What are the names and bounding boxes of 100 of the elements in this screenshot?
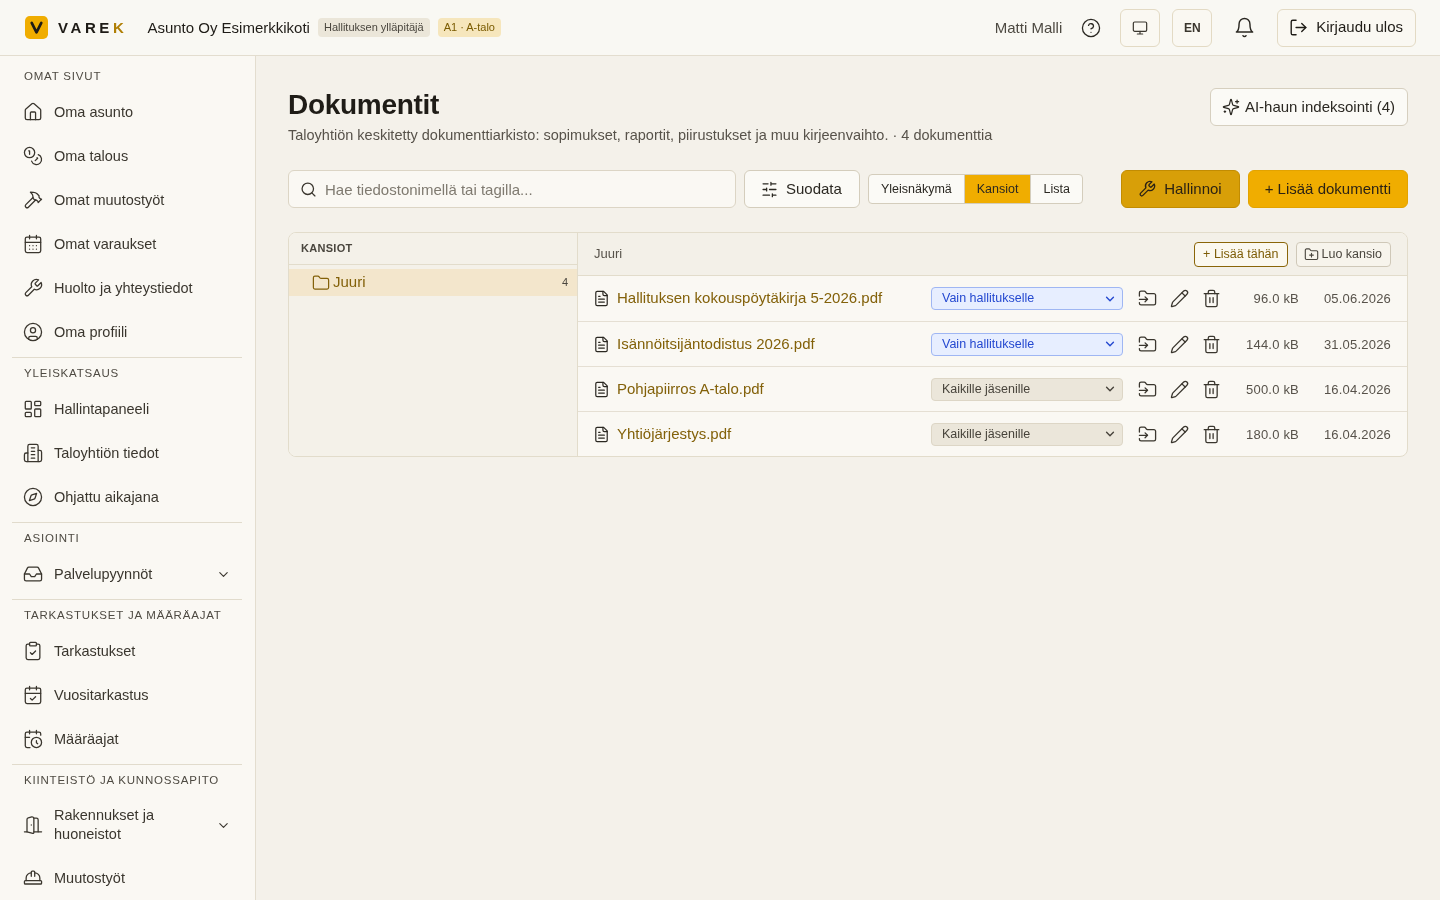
sidebar-link[interactable]: Muutostyöt [12, 856, 242, 900]
page-description: Taloyhtiön keskitetty dokumenttiarkisto: sopimukset, raportit, piirustukset ja muu kirjeenvaihto. · 4 dokumenttia [288, 127, 993, 143]
file-link[interactable]: Hallituksen kokouspöytäkirja 5-2026.pdf [617, 287, 883, 310]
visibility-select[interactable]: Vain hallitukselle [931, 332, 1123, 356]
section-heading: ASIOINTI [24, 532, 80, 544]
folder-arrow-icon[interactable] [1138, 335, 1156, 353]
sidebar-link[interactable]: Rakennukset ja huoneistot [12, 794, 242, 856]
wrench-icon [1139, 181, 1156, 197]
display-button[interactable] [1120, 8, 1161, 47]
file-size: 500.0 kB [1246, 381, 1299, 397]
folder-arrow-icon[interactable] [1138, 290, 1156, 307]
sidebar-link[interactable]: Palvelupyynnöt [12, 552, 242, 596]
page-title: Dokumentit [288, 89, 439, 120]
sidebar-link[interactable]: Oma asunto [12, 90, 242, 134]
calendar-icon [24, 235, 42, 253]
file-size: 144.0 kB [1246, 336, 1299, 352]
sidebar-link[interactable]: Tarkastukset [12, 629, 242, 673]
house-icon [24, 103, 42, 121]
folder-path: Juuri [594, 245, 623, 264]
folder-item[interactable]: Juuri 4 [289, 269, 577, 296]
sidebar-link[interactable]: Huolto ja yhteystiedot [12, 266, 242, 310]
clipboard-check-icon [24, 642, 42, 660]
sidebar-link[interactable]: Taloyhtiön tiedot [12, 431, 242, 475]
sidebar-link[interactable]: Omat varaukset [12, 222, 242, 266]
organization-name: Asunto Oy Esimerkkikoti [147, 18, 310, 37]
help-icon[interactable] [1082, 18, 1101, 37]
dashboard-icon [24, 400, 42, 418]
file-icon [594, 426, 609, 442]
add-here-button[interactable]: + Lisää tähän [1194, 241, 1288, 267]
hammer-icon [24, 191, 42, 209]
pencil-icon[interactable] [1170, 380, 1188, 398]
folders-heading: KANSIOT [301, 241, 353, 257]
ai-index-button[interactable]: AI-haun indeksointi (4) [1209, 88, 1408, 126]
file-size: 180.0 kB [1246, 426, 1299, 442]
inbox-icon [24, 565, 42, 583]
file-icon [594, 381, 609, 397]
file-link[interactable]: Pohjapiirros A-talo.pdf [617, 377, 764, 401]
user-circle-icon [24, 323, 42, 341]
file-date: 05.06.2026 [1323, 291, 1391, 307]
file-link[interactable]: Isännöitsijäntodistus 2026.pdf [617, 332, 815, 356]
door-icon [24, 816, 42, 834]
view-tab[interactable]: Yleisnäkymä [868, 175, 964, 203]
sidebar-link[interactable]: Oma talous [12, 134, 242, 178]
file-date: 31.05.2026 [1323, 336, 1391, 352]
pencil-icon[interactable] [1170, 290, 1188, 307]
file-icon [594, 291, 609, 306]
search-field[interactable]: Hae tiedostonimellä tai tagilla... [288, 170, 736, 208]
building-icon [24, 444, 42, 462]
visibility-select[interactable]: Vain hallitukselle [931, 287, 1123, 310]
role-badge: Hallituksen ylläpitäjä [317, 18, 430, 37]
folder-plus-icon [1304, 247, 1318, 261]
folder-arrow-icon[interactable] [1138, 380, 1156, 398]
section-heading: YLEISKATSAUS [24, 367, 120, 379]
pencil-icon[interactable] [1170, 425, 1188, 443]
search-icon [301, 181, 316, 197]
logout-button[interactable]: Kirjaudu ulos [1277, 8, 1416, 47]
calendar-clock-icon [24, 730, 42, 748]
folder-icon [313, 274, 329, 291]
wrench-icon [24, 279, 42, 297]
logo-icon [25, 16, 48, 39]
hard-hat-icon [24, 869, 42, 887]
sidebar-link[interactable]: Ohjattu aikajana [12, 475, 242, 519]
bell-icon[interactable] [1235, 18, 1255, 37]
file-size: 96.0 kB [1253, 291, 1299, 307]
pencil-icon[interactable] [1170, 335, 1188, 353]
trash-icon[interactable] [1202, 380, 1220, 398]
sidebar-link[interactable]: Oma profiili [12, 310, 242, 354]
filter-button[interactable]: Suodata [744, 170, 860, 208]
new-folder-button[interactable]: Luo kansio [1295, 241, 1391, 267]
file-date: 16.04.2026 [1323, 426, 1391, 442]
language-button[interactable]: EN [1172, 8, 1213, 47]
sliders-icon [762, 181, 777, 197]
section-heading: KIINTEISTÖ JA KUNNOSSAPITO [24, 774, 220, 786]
manage-button[interactable]: Hallinnoi [1121, 170, 1240, 208]
logout-icon [1290, 19, 1308, 36]
file-date: 16.04.2026 [1323, 381, 1391, 397]
folder-count: 4 [561, 275, 568, 291]
trash-icon[interactable] [1202, 335, 1220, 353]
coins-icon [24, 147, 42, 165]
trash-icon[interactable] [1202, 290, 1220, 307]
file-link[interactable]: Yhtiöjärjestys.pdf [617, 422, 732, 446]
sidebar-link[interactable]: Omat muutostyöt [12, 178, 242, 222]
user-name: Matti Malli [994, 18, 1063, 37]
trash-icon[interactable] [1202, 425, 1220, 443]
view-tab[interactable]: Lista [1030, 175, 1082, 203]
sidebar-link[interactable]: Hallintapaneeli [12, 387, 242, 431]
sparkles-icon [1222, 99, 1239, 115]
section-heading: TARKASTUKSET JA MÄÄRÄAJAT [24, 609, 222, 621]
visibility-select[interactable]: Kaikille jäsenille [931, 422, 1123, 446]
visibility-select[interactable]: Kaikille jäsenille [931, 377, 1123, 401]
calendar-check-icon [24, 686, 42, 704]
monitor-icon [1133, 20, 1148, 35]
section-heading: OMAT SIVUT [24, 70, 102, 82]
view-tab[interactable]: Kansiot [963, 175, 1031, 203]
file-icon [594, 336, 609, 352]
folder-arrow-icon[interactable] [1138, 425, 1156, 443]
sidebar-link[interactable]: Määräajat [12, 717, 242, 761]
sidebar-link[interactable]: Vuositarkastus [12, 673, 242, 717]
compass-icon [24, 488, 42, 506]
add-document-button[interactable]: + Lisää dokumentti [1247, 170, 1408, 208]
